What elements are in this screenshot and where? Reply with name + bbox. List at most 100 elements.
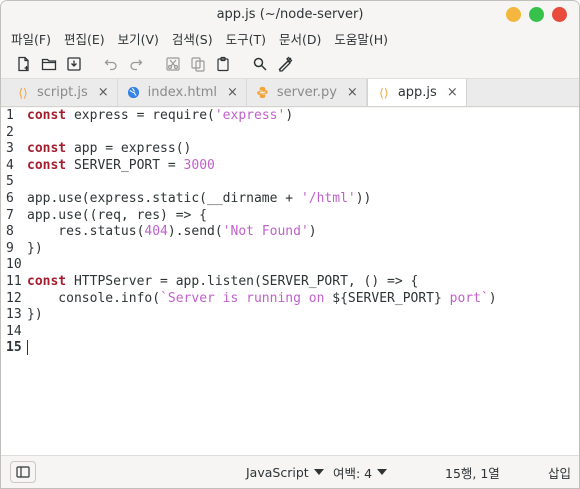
menu-bar: 파일(F) 편집(E) 보기(V) 검색(S) 도구(T) 문서(D) 도움말(… (1, 27, 579, 49)
code-line: 12 console.info(`Server is running on ${… (1, 291, 579, 308)
line-number: 9 (6, 240, 14, 256)
dropdown-arrow-icon (377, 469, 388, 475)
side-panel-toggle-icon[interactable] (10, 461, 36, 483)
code-text: const SERVER_PORT = 3000 (27, 157, 215, 173)
redo-icon[interactable] (123, 52, 148, 76)
copy-icon[interactable] (185, 52, 210, 76)
tab-label: script.js (37, 85, 88, 100)
line-number: 11 (6, 273, 22, 289)
code-text: app.use(express.static(__dirname + '/htm… (27, 190, 372, 206)
code-line: 1 const express = require('express') (1, 108, 579, 125)
tab-label: app.js (397, 85, 437, 100)
new-document-icon[interactable] (11, 52, 36, 76)
dropdown-arrow-icon (313, 469, 324, 475)
line-number: 2 (6, 124, 14, 140)
line-number: 13 (6, 307, 22, 323)
cursor-position[interactable]: 15행, 1열 (445, 463, 500, 482)
line-number: 10 (6, 257, 22, 273)
tab-index-html[interactable]: index.html × (118, 79, 247, 106)
save-icon[interactable] (61, 52, 86, 76)
line-number: 6 (6, 190, 14, 206)
code-text: }) (27, 307, 43, 323)
code-editor[interactable]: 1 const express = require('express') 2 3c… (1, 108, 579, 457)
line-number: 5 (6, 174, 14, 190)
js-icon: ⟨⟩ (18, 85, 28, 100)
js-icon: ⟨⟩ (379, 85, 389, 100)
language-label: JavaScript (246, 464, 309, 480)
code-text: console.info(`Server is running on ${SER… (27, 290, 497, 306)
search-icon[interactable] (247, 52, 272, 76)
line-number: 12 (6, 290, 22, 306)
line-number: 4 (6, 157, 14, 173)
code-line: 3 const app = express() (1, 141, 579, 158)
undo-icon[interactable] (98, 52, 123, 76)
menu-file[interactable]: 파일(F) (5, 29, 57, 48)
menu-help[interactable]: 도움말(H) (328, 29, 394, 48)
code-text: res.status(404).send('Not Found') (27, 224, 317, 240)
code-line: 14 (1, 324, 579, 341)
python-icon (255, 86, 271, 99)
tab-label: index.html (147, 85, 217, 100)
close-icon[interactable]: × (227, 85, 238, 100)
close-icon[interactable]: × (98, 85, 109, 100)
code-text: app.use((req, res) => { (27, 207, 208, 223)
line-number: 15 (6, 340, 22, 356)
close-icon[interactable]: × (447, 85, 458, 100)
code-text: const HTTPServer = app.listen(SERVER_POR… (27, 273, 419, 289)
menu-documents[interactable]: 문서(D) (273, 29, 327, 48)
tab-server-py[interactable]: server.py × (247, 79, 367, 106)
status-bar: JavaScript 여백: 4 15행, 1열 삽입 (1, 455, 579, 488)
code-line: 11 const HTTPServer = app.listen(SERVER_P… (1, 274, 579, 291)
cut-icon[interactable] (160, 52, 185, 76)
menu-edit[interactable]: 편집(E) (58, 29, 111, 48)
code-line: 6 app.use(express.static(__dirname + '/ht… (1, 191, 579, 208)
maximize-button[interactable] (529, 7, 544, 22)
code-line: 15 (1, 340, 579, 357)
tab-width-selector[interactable]: 여백: 4 (333, 463, 388, 482)
open-folder-icon[interactable] (36, 52, 61, 76)
code-text: }) (27, 240, 43, 256)
text-cursor (27, 340, 28, 356)
menu-tools[interactable]: 도구(T) (220, 29, 272, 48)
language-selector[interactable]: JavaScript (246, 465, 324, 480)
line-number: 8 (6, 224, 14, 240)
editor-window: app.js (~/node-server) 파일(F) 편집(E) 보기(V)… (0, 0, 580, 489)
code-line: 7 app.use((req, res) => { (1, 208, 579, 225)
tab-script-js[interactable]: ⟨⟩ script.js × (7, 79, 118, 106)
line-number: 1 (6, 108, 14, 123)
line-number: 14 (6, 323, 22, 339)
minimize-button[interactable] (506, 7, 521, 22)
globe-icon (126, 86, 142, 99)
code-line: 10 (1, 257, 579, 274)
code-text: const app = express() (27, 141, 192, 157)
menu-search[interactable]: 검색(S) (166, 29, 219, 48)
window-controls (506, 7, 567, 22)
paste-icon[interactable] (210, 52, 235, 76)
code-line: 9}) (1, 241, 579, 258)
insert-mode: 삽입 (548, 465, 572, 481)
tab-width-label: 여백: 4 (333, 465, 373, 481)
code-line: 13}) (1, 307, 579, 324)
tab-app-js[interactable]: ⟨⟩ app.js × (366, 79, 467, 106)
tab-bar: ⟨⟩ script.js × index.html × server.py × … (1, 79, 579, 107)
line-number: 3 (6, 141, 14, 157)
menu-view[interactable]: 보기(V) (112, 29, 165, 48)
tab-label: server.py (276, 85, 337, 100)
code-line: 4 const SERVER_PORT = 3000 (1, 158, 579, 175)
close-button[interactable] (552, 7, 567, 22)
title-bar: app.js (~/node-server) (1, 1, 579, 27)
close-icon[interactable]: × (347, 85, 358, 100)
toolbar (1, 49, 579, 79)
code-line: 2 (1, 125, 579, 142)
code-line: 5 (1, 174, 579, 191)
spellcheck-icon[interactable] (272, 52, 297, 76)
code-text: const express = require('express') (27, 108, 294, 123)
code-line: 8 res.status(404).send('Not Found') (1, 224, 579, 241)
code-text (25, 340, 28, 357)
line-number: 7 (6, 207, 14, 223)
window-title: app.js (~/node-server) (216, 6, 364, 22)
